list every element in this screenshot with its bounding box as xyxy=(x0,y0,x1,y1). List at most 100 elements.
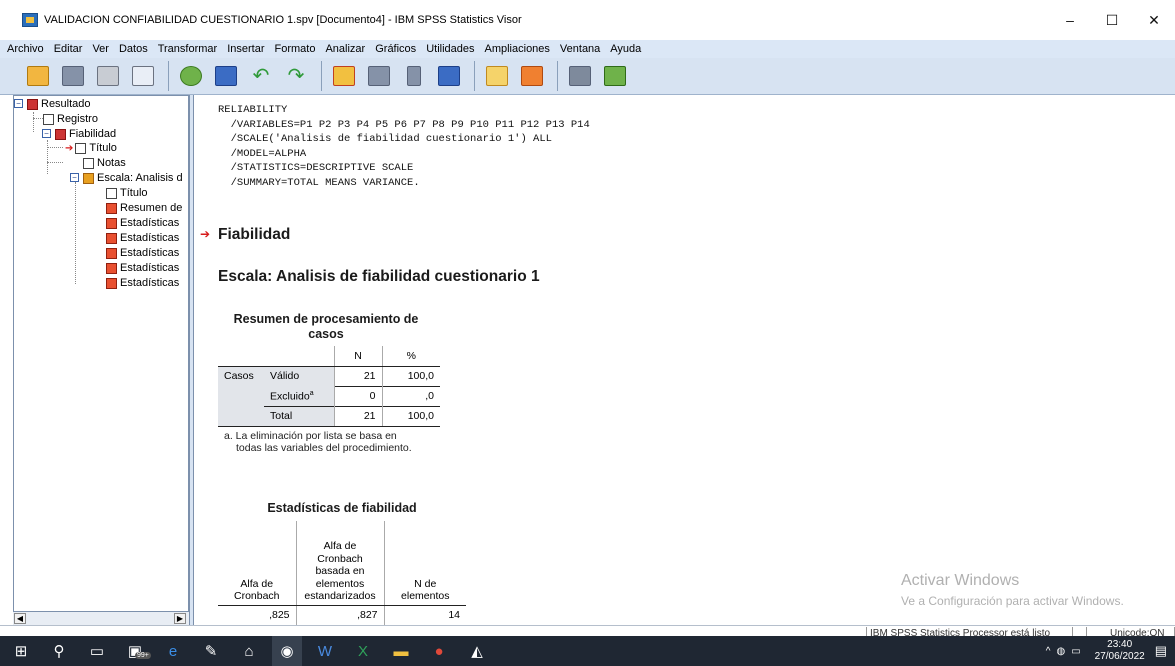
col-n-items-header: N de elementos xyxy=(383,521,466,606)
cell-n-items: 14 xyxy=(383,605,466,625)
redo-icon[interactable]: ↷ xyxy=(282,62,310,90)
outline-escala-titulo[interactable]: Título xyxy=(106,186,148,200)
edge-icon[interactable]: e xyxy=(158,636,188,666)
menu-graficos[interactable]: Gráficos xyxy=(375,43,416,55)
outline-estadisticas-5[interactable]: Estadísticas xyxy=(106,276,179,290)
store-icon[interactable]: ▣ 99+ xyxy=(120,636,151,666)
outline-registro[interactable]: Registro xyxy=(43,112,98,126)
output-pane: RELIABILITY /VARIABLES=P1 P2 P3 P4 P5 P6… xyxy=(194,95,1175,625)
pivot-table-icon xyxy=(106,247,117,259)
file-explorer-icon[interactable]: ▬ xyxy=(386,636,416,666)
paint-icon[interactable]: ✎ xyxy=(196,636,226,666)
designate-window-icon[interactable] xyxy=(483,62,511,90)
open-folder-icon[interactable] xyxy=(24,62,52,90)
chrome-icon[interactable]: ● xyxy=(424,636,454,666)
outline-estadisticas-1[interactable]: Estadísticas xyxy=(106,216,179,230)
case-summary-footnote: a. La eliminación por lista se basa en t… xyxy=(224,430,412,454)
case-summary-table[interactable]: N % Casos Válido 21 100,0 Excluidoa 0 ,0… xyxy=(218,346,440,427)
menu-ayuda[interactable]: Ayuda xyxy=(610,43,641,55)
menu-ver[interactable]: Ver xyxy=(92,43,109,55)
scroll-left-icon[interactable]: ◀ xyxy=(14,613,26,624)
output-book-icon xyxy=(27,98,38,110)
menu-datos[interactable]: Datos xyxy=(119,43,148,55)
recall-dialog-icon[interactable] xyxy=(212,62,240,90)
spss-app-icon xyxy=(22,13,38,27)
output-book-icon xyxy=(55,128,66,140)
menu-insertar[interactable]: Insertar xyxy=(227,43,264,55)
scale-heading[interactable]: Escala: Analisis de fiabilidad cuestiona… xyxy=(218,268,540,286)
menu-ventana[interactable]: Ventana xyxy=(560,43,600,55)
notifications-icon[interactable]: ▤ xyxy=(1155,643,1167,659)
collapse-result-toggle[interactable]: − xyxy=(14,99,23,108)
task-view-icon[interactable]: ▭ xyxy=(82,636,112,666)
outline-estadisticas-2[interactable]: Estadísticas xyxy=(106,231,179,245)
undo-icon[interactable]: ↶ xyxy=(247,62,275,90)
goto-variable-icon[interactable] xyxy=(365,62,393,90)
menu-analizar[interactable]: Analizar xyxy=(325,43,365,55)
menu-archivo[interactable]: Archivo xyxy=(7,43,44,55)
show-hidden-icons-icon[interactable]: ^ xyxy=(1046,646,1051,657)
goto-case-icon[interactable] xyxy=(330,62,358,90)
close-button[interactable]: ✕ xyxy=(1133,0,1175,40)
title-bar: VALIDACION CONFIABILIDAD CUESTIONARIO 1.… xyxy=(0,0,1175,40)
network-icon[interactable]: ◍ xyxy=(1056,646,1065,657)
store-bag-icon[interactable]: ⌂ xyxy=(234,636,264,666)
reliability-stats-title: Estadísticas de fiabilidad xyxy=(267,501,417,515)
word-icon[interactable]: W xyxy=(310,636,340,666)
outline-escala[interactable]: Escala: Analisis d xyxy=(83,171,183,185)
cell-valido-pct: 100,0 xyxy=(381,366,440,386)
show-icon[interactable] xyxy=(601,62,629,90)
title-icon xyxy=(106,187,117,199)
scroll-right-icon[interactable]: ▶ xyxy=(174,613,186,624)
collapse-fiabilidad-toggle[interactable]: − xyxy=(42,129,51,138)
outline-titulo[interactable]: ➔ Título xyxy=(65,141,117,155)
photos-icon[interactable]: ◭ xyxy=(462,636,492,666)
battery-icon[interactable]: ▭ xyxy=(1071,646,1080,657)
col-pct-header: % xyxy=(381,346,440,367)
syntax-log: RELIABILITY /VARIABLES=P1 P2 P3 P4 P5 P6… xyxy=(218,104,590,189)
col-alpha-header: Alfa de Cronbach xyxy=(218,521,296,606)
insert-icon[interactable] xyxy=(400,62,428,90)
outline-horizontal-scrollbar[interactable]: ◀ ▶ xyxy=(13,611,189,625)
print-preview-icon[interactable] xyxy=(129,62,157,90)
col-alpha-std-header: Alfa de Cronbach basada en elementos est… xyxy=(295,521,384,606)
notes-icon xyxy=(83,157,94,169)
export-icon[interactable] xyxy=(177,62,205,90)
outline-estadisticas-3[interactable]: Estadísticas xyxy=(106,246,179,260)
reliability-stats-table[interactable]: Alfa de Cronbach Alfa de Cronbach basada… xyxy=(218,521,466,625)
windows-start-icon[interactable]: ⊞ xyxy=(6,636,36,666)
menu-utilidades[interactable]: Utilidades xyxy=(426,43,474,55)
minimize-button[interactable]: – xyxy=(1049,0,1091,40)
menu-editar[interactable]: Editar xyxy=(54,43,83,55)
variables-icon[interactable] xyxy=(435,62,463,90)
outline-estadisticas-4[interactable]: Estadísticas xyxy=(106,261,179,275)
menu-transformar[interactable]: Transformar xyxy=(158,43,218,55)
print-icon[interactable] xyxy=(94,62,122,90)
outline-resumen[interactable]: Resumen de xyxy=(106,201,182,215)
title-icon xyxy=(75,142,87,154)
spss-taskbar-icon[interactable]: ◉ xyxy=(272,636,302,666)
maximize-button[interactable]: ☐ xyxy=(1091,0,1133,40)
excel-icon[interactable]: X xyxy=(348,636,378,666)
pivot-table-icon xyxy=(106,217,117,229)
row-label-valido: Válido xyxy=(264,366,334,386)
outline-notas[interactable]: Notas xyxy=(83,156,126,170)
col-n-header: N xyxy=(333,346,382,367)
activate-windows-title: Activar Windows xyxy=(901,572,1020,589)
menu-ampliaciones[interactable]: Ampliaciones xyxy=(485,43,550,55)
pivot-table-icon xyxy=(106,202,117,214)
clock[interactable]: 23:40 27/06/2022 xyxy=(1095,639,1145,663)
reliability-heading[interactable]: Fiabilidad xyxy=(218,226,290,244)
outline-resultado[interactable]: Resultado xyxy=(27,97,91,111)
menu-formato[interactable]: Formato xyxy=(275,43,316,55)
toolbar: ↶ ↷ xyxy=(0,58,1175,95)
insert-output-icon[interactable] xyxy=(518,62,546,90)
windows-taskbar: ⊞ ⚲ ▭ ▣ 99+ e ✎ ⌂ ◉ W X ▬ ● ◭ xyxy=(0,636,1175,666)
search-icon[interactable]: ⚲ xyxy=(44,636,74,666)
hide-icon[interactable] xyxy=(566,62,594,90)
collapse-escala-toggle[interactable]: − xyxy=(70,173,79,182)
cell-total-pct: 100,0 xyxy=(381,405,440,427)
outline-fiabilidad[interactable]: Fiabilidad xyxy=(55,127,116,141)
save-icon[interactable] xyxy=(59,62,87,90)
pivot-table-icon xyxy=(106,232,117,244)
